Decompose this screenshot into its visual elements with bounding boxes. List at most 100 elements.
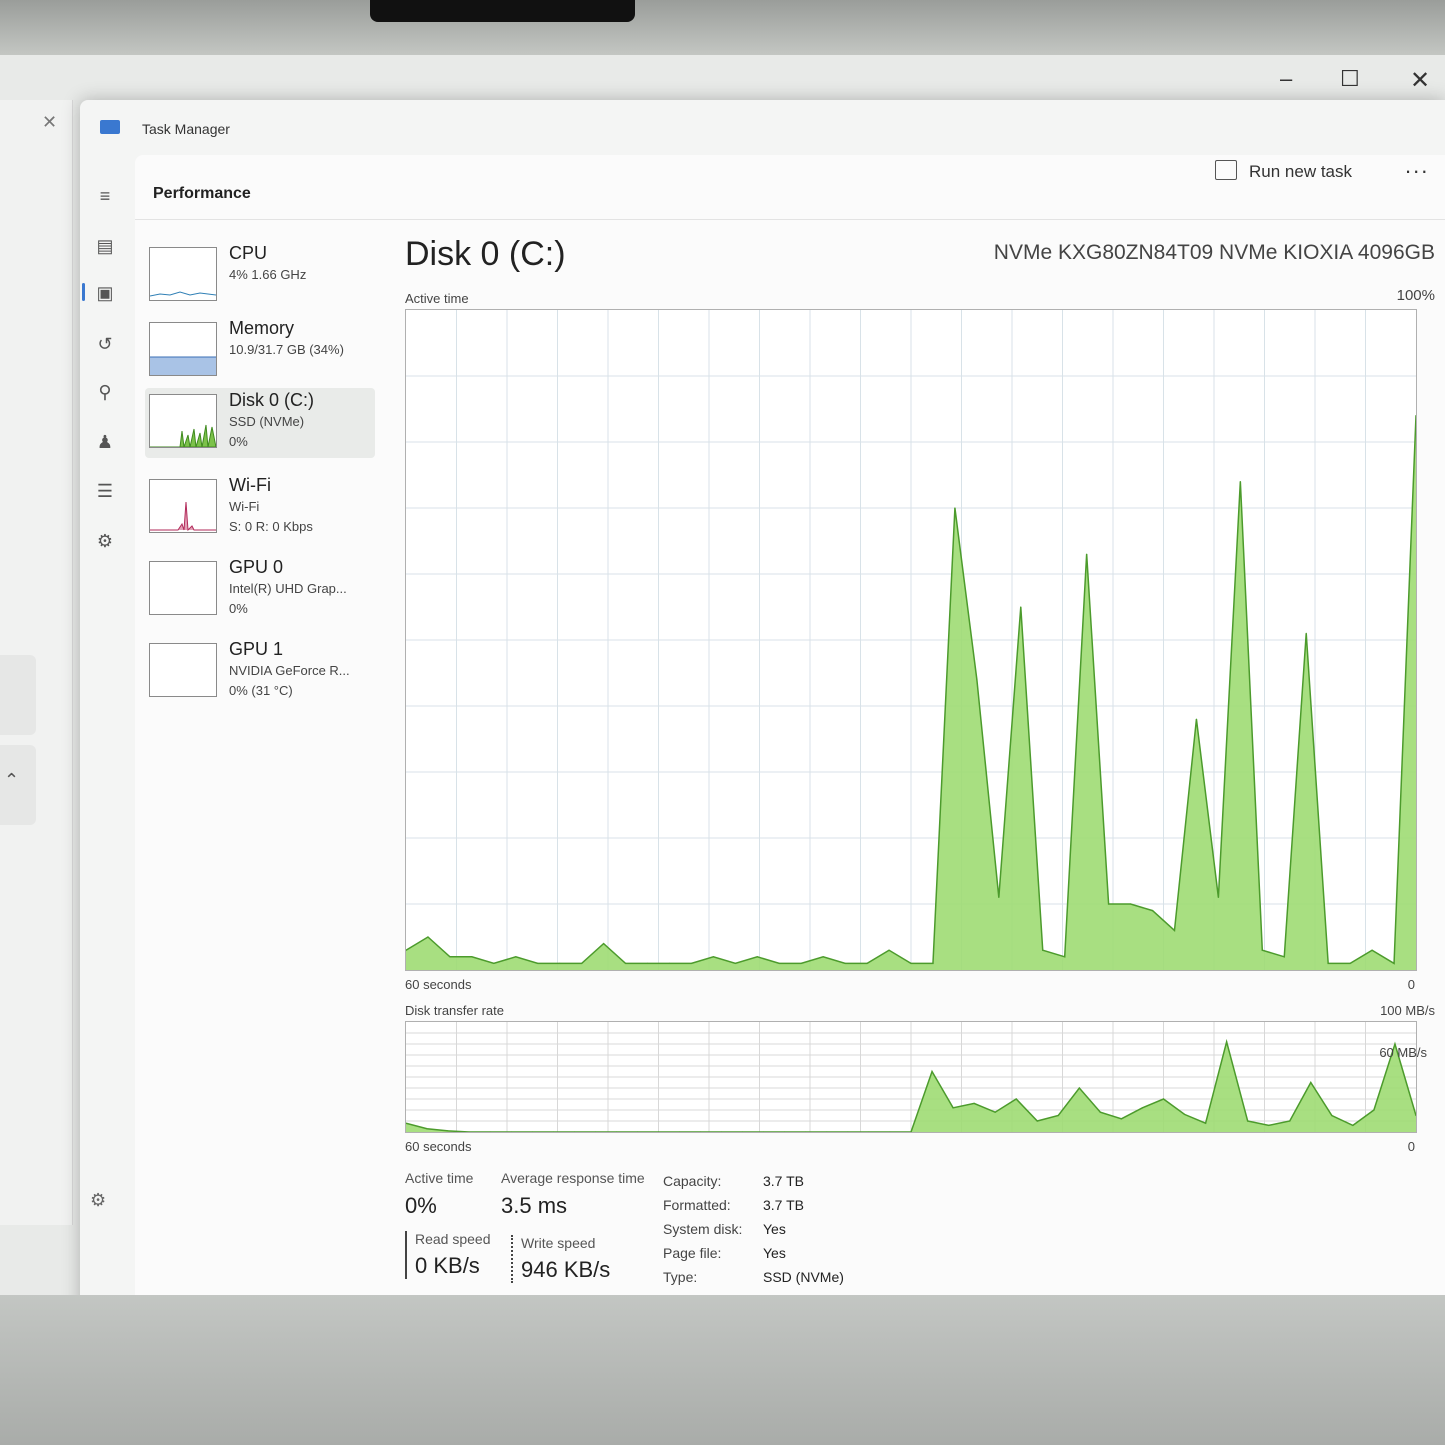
data-point: [1086, 553, 1088, 555]
active-time-svg: [405, 310, 1417, 971]
data-point: [1204, 1122, 1207, 1124]
data-point: [1349, 962, 1351, 965]
menu-icon[interactable]: ≡: [92, 183, 118, 209]
cpu-mini-graph: [150, 291, 216, 297]
data-point: [493, 962, 495, 965]
data-point: [1173, 929, 1176, 932]
prop-key: Formatted:: [663, 1197, 731, 1213]
data-point: [427, 936, 429, 938]
startup-apps-icon[interactable]: ⚲: [92, 379, 118, 405]
device-sub2: 0%: [229, 434, 248, 449]
data-point: [778, 962, 780, 965]
device-sub: 4% 1.66 GHz: [229, 267, 307, 282]
maximize-button[interactable]: ☐: [1340, 66, 1360, 92]
data-point: [515, 956, 517, 958]
data-point: [668, 962, 671, 965]
prop-value: 3.7 TB: [763, 1173, 804, 1189]
run-new-task-button[interactable]: Run new task: [1215, 160, 1352, 182]
transfer-min: 0: [1407, 1139, 1415, 1154]
avg-response-value: 3.5 ms: [501, 1193, 568, 1218]
active-time-label: Active time: [405, 291, 469, 306]
minimize-button[interactable]: –: [1280, 66, 1292, 92]
data-point: [1078, 1087, 1080, 1089]
device-name: CPU: [229, 243, 268, 263]
title-bar: Task Manager – ☐ ✕: [80, 66, 1445, 152]
gpu1-thumbnail: [149, 643, 217, 697]
data-point: [1151, 910, 1154, 912]
run-task-icon: [1215, 160, 1237, 180]
device-sub: Intel(R) UHD Grap...: [229, 581, 347, 596]
device-cpu[interactable]: CPU 4% 1.66 GHz: [145, 241, 375, 311]
data-point: [471, 956, 473, 958]
cpu-thumbnail: [149, 247, 217, 301]
data-point: [1373, 1109, 1375, 1111]
nav-rail: ≡ ▤ ▣ ↺ ⚲ ♟ ☰ ⚙: [80, 155, 132, 1255]
transfer-max: 100 MB/s: [1380, 1003, 1435, 1018]
prop-value: Yes: [763, 1221, 786, 1237]
data-point: [888, 949, 890, 951]
data-point: [1283, 956, 1285, 958]
prop-value: Yes: [763, 1245, 786, 1261]
header-divider: [135, 219, 1445, 220]
data-point: [1327, 962, 1329, 965]
device-sub2: 0% (31 °C): [229, 683, 293, 698]
device-memory[interactable]: Memory 10.9/31.7 GB (34%): [145, 316, 375, 386]
close-button[interactable]: ✕: [1410, 66, 1430, 95]
data-point: [976, 679, 978, 681]
details-icon[interactable]: ☰: [92, 478, 118, 504]
monitor-bezel-top: [0, 0, 1445, 60]
data-point: [624, 962, 627, 965]
data-point: [931, 1070, 933, 1073]
active-time-chart: [405, 309, 1417, 971]
run-new-task-label: Run new task: [1249, 162, 1352, 181]
settings-icon[interactable]: ⚙: [90, 1190, 106, 1211]
device-wifi[interactable]: Wi-Fi Wi-Fi S: 0 R: 0 Kbps: [145, 473, 375, 543]
users-icon[interactable]: ♟: [92, 429, 118, 455]
active-time-stat-value: 0%: [405, 1193, 437, 1218]
data-point: [449, 956, 451, 958]
prop-key: System disk:: [663, 1221, 743, 1237]
data-point: [603, 943, 605, 945]
device-disk0[interactable]: Disk 0 (C:) SSD (NVMe) 0%: [145, 388, 375, 458]
disk-mini-graph: [150, 424, 216, 447]
device-sub2: S: 0 R: 0 Kbps: [229, 519, 313, 534]
data-point: [994, 1111, 996, 1113]
active-time-max: 100%: [1396, 287, 1435, 304]
device-sub: NVIDIA GeForce R...: [229, 663, 350, 678]
device-gpu0[interactable]: GPU 0 Intel(R) UHD Grap... 0%: [145, 555, 375, 625]
data-point: [559, 962, 561, 965]
monitor-bezel-bottom: [0, 1295, 1445, 1445]
write-speed-label: Write speed: [521, 1235, 596, 1251]
app-history-icon[interactable]: ↺: [92, 331, 118, 357]
device-gpu1[interactable]: GPU 1 NVIDIA GeForce R... 0% (31 °C): [145, 637, 375, 707]
background-close-icon[interactable]: ✕: [42, 112, 57, 133]
data-point: [1310, 1081, 1312, 1084]
disk-properties: Capacity: 3.7 TB Formatted: 3.7 TB Syste…: [663, 1173, 923, 1303]
disk-thumbnail: [149, 394, 217, 448]
performance-icon[interactable]: ▣: [92, 280, 118, 306]
more-options-button[interactable]: ...: [1405, 153, 1429, 179]
gpu0-thumbnail: [149, 561, 217, 615]
data-point: [1036, 1120, 1038, 1122]
data-point: [1247, 1120, 1249, 1122]
data-point: [690, 962, 693, 965]
data-point: [1064, 956, 1066, 958]
processes-icon[interactable]: ▤: [92, 233, 118, 259]
active-time-stat-label: Active time: [405, 1170, 474, 1186]
chevron-up-icon[interactable]: ⌃: [4, 770, 19, 791]
data-point: [1289, 1120, 1291, 1122]
data-point: [1020, 606, 1022, 608]
data-point: [581, 962, 583, 965]
device-name: GPU 1: [229, 639, 284, 659]
wifi-thumbnail: [149, 479, 217, 533]
data-point: [1099, 1111, 1101, 1113]
transfer-seconds-label: 60 seconds: [405, 1139, 472, 1154]
camera-notch: [370, 0, 635, 22]
data-point: [646, 962, 649, 965]
data-point: [1141, 1107, 1144, 1109]
device-sub: Wi-Fi: [229, 499, 260, 514]
data-point: [712, 956, 714, 958]
services-icon[interactable]: ⚙: [92, 528, 118, 554]
prop-key: Type:: [663, 1269, 698, 1285]
data-point: [1057, 1114, 1059, 1117]
